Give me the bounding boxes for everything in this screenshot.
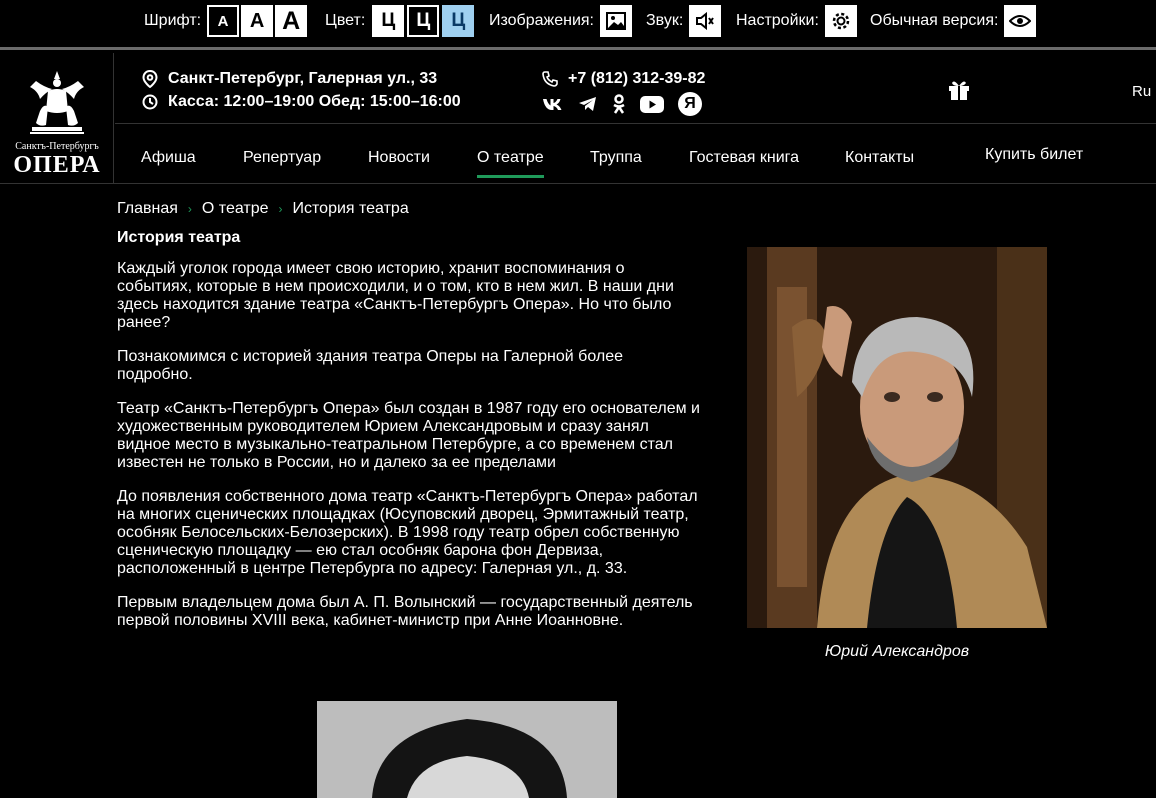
nav-item-afisha[interactable]: Афиша <box>141 149 196 167</box>
article-body: Каждый уголок города имеет свою историю,… <box>117 260 702 646</box>
portrait-caption: Юрий Александров <box>824 643 970 660</box>
main-nav: Афиша Репертуар Новости О театре Труппа … <box>115 125 1156 183</box>
speaker-icon[interactable] <box>689 5 722 37</box>
paragraph: Каждый уголок города имеет свою историю,… <box>117 260 674 331</box>
nav-item-guestbook[interactable]: Гостевая книга <box>689 149 799 167</box>
breadcrumb-home[interactable]: Главная <box>117 200 178 218</box>
paragraph: До появления собственного дома театр «Са… <box>117 488 698 577</box>
location-pin-icon <box>142 70 158 88</box>
historic-photo <box>317 701 617 798</box>
logo-emblem-icon <box>30 71 84 134</box>
settings-group: Настройки: <box>736 5 857 37</box>
font-size-large-button[interactable]: А <box>275 5 308 37</box>
normal-version-label: Обычная версия: <box>870 12 999 29</box>
hours-text: Касса: 12:00–19:00 Обед: 15:00–16:00 <box>168 93 461 110</box>
youtube-icon[interactable] <box>640 95 664 113</box>
breadcrumb-current: История театра <box>292 200 409 217</box>
breadcrumb: Главная › О театре › История театра <box>117 200 409 218</box>
paragraph: Познакомимся с историей здания театра Оп… <box>117 348 624 383</box>
logo-subtitle: Санктъ-Петербургъ <box>15 141 99 152</box>
color-white-button[interactable]: Ц <box>372 5 405 37</box>
paragraph: Театр «Санктъ-Петербургъ Опера» был созд… <box>117 400 700 471</box>
eye-icon[interactable] <box>1004 5 1037 37</box>
paragraph: Первым владельцем дома был А. П. Волынск… <box>117 594 693 629</box>
sound-group: Звук: <box>646 5 722 37</box>
font-size-group: Шрифт: А А А <box>144 5 308 37</box>
breadcrumb-about[interactable]: О театре <box>202 200 269 218</box>
contact-info-bar: Санкт-Петербург, Галерная ул., 33 Касса:… <box>115 53 1156 124</box>
breadcrumb-separator-icon: › <box>278 202 283 216</box>
font-size-medium-button[interactable]: А <box>241 5 274 37</box>
buy-ticket-button[interactable]: Купить билет <box>985 146 1083 164</box>
portrait-photo <box>747 247 1047 628</box>
gear-icon[interactable] <box>824 5 857 37</box>
vk-icon[interactable] <box>542 97 564 111</box>
images-label: Изображения: <box>489 12 594 29</box>
nav-item-news[interactable]: Новости <box>368 149 430 167</box>
font-size-label: Шрифт: <box>144 12 202 29</box>
normal-version-group: Обычная версия: <box>870 5 1037 37</box>
theatre-logo[interactable]: Санктъ-Петербургъ ОПЕРА <box>0 53 114 184</box>
image-icon[interactable] <box>600 5 632 37</box>
gift-icon[interactable] <box>948 79 970 106</box>
accessibility-bar: Шрифт: А А А Цвет: Ц Ц Ц Изображения: Зв… <box>0 0 1156 50</box>
nav-item-contacts[interactable]: Контакты <box>845 149 914 167</box>
nav-item-about[interactable]: О театре <box>477 149 544 178</box>
settings-label: Настройки: <box>736 12 819 29</box>
logo-title: ОПЕРА <box>13 152 101 178</box>
address-row: Санкт-Петербург, Галерная ул., 33 <box>142 70 437 88</box>
language-label: Ru <box>1132 83 1152 100</box>
phone-text[interactable]: +7 (812) 312-39-82 <box>568 70 705 88</box>
images-group: Изображения: <box>489 5 632 37</box>
language-selector[interactable]: Ru▼ <box>1132 83 1156 100</box>
telegram-icon[interactable] <box>578 96 598 112</box>
social-links: Я <box>542 92 716 116</box>
nav-item-troupe[interactable]: Труппа <box>590 149 642 167</box>
yandex-icon[interactable]: Я <box>678 92 702 116</box>
page-title: История театра <box>117 229 241 246</box>
hours-row: Касса: 12:00–19:00 Обед: 15:00–16:00 <box>142 93 461 111</box>
color-black-button[interactable]: Ц <box>407 5 440 37</box>
color-scheme-group: Цвет: Ц Ц Ц <box>325 5 475 37</box>
site-header: Санктъ-Петербургъ ОПЕРА Санкт-Петербург,… <box>0 53 1156 184</box>
phone-icon <box>542 71 558 87</box>
phone-row[interactable]: +7 (812) 312-39-82 <box>542 70 705 88</box>
clock-icon <box>142 94 158 110</box>
address-text: Санкт-Петербург, Галерная ул., 33 <box>168 70 438 87</box>
color-blue-button[interactable]: Ц <box>442 5 475 37</box>
color-scheme-label: Цвет: <box>325 12 366 29</box>
odnoklassniki-icon[interactable] <box>612 94 626 114</box>
sound-label: Звук: <box>646 12 684 29</box>
nav-item-repertoire[interactable]: Репертуар <box>243 149 321 167</box>
breadcrumb-separator-icon: › <box>187 202 192 216</box>
font-size-small-button[interactable]: А <box>207 5 240 37</box>
